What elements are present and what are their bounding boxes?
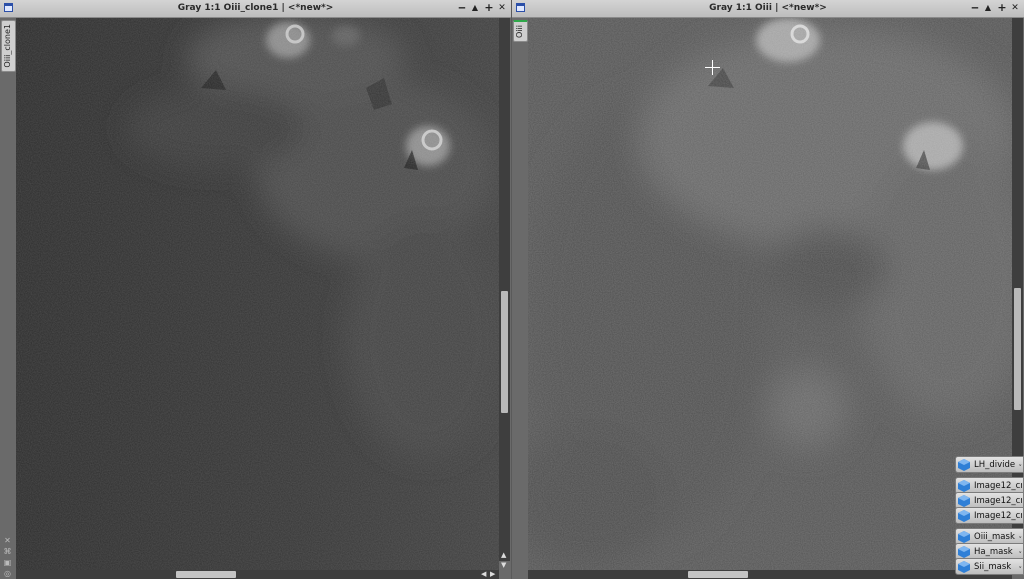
shade-icon[interactable]: ▲ [982, 1, 994, 15]
view-tab-label: Oiii_clone1 [3, 24, 12, 68]
window-title: Gray 1:1 Oiii | <*new*> [709, 3, 827, 13]
desktop-icon-label: Image12_cm0 [974, 481, 1022, 491]
image-cube-icon [958, 531, 970, 543]
identity-icon[interactable]: ◎ [3, 569, 12, 578]
scroll-left-icon[interactable]: ◀ [481, 570, 486, 578]
horizontal-scrollbar[interactable] [528, 570, 1012, 579]
desktop-icon-image12-cm2[interactable]: Image12_cm2 [955, 507, 1024, 524]
desktop-icon-label: LH_divide [974, 460, 1016, 470]
horizontal-scroll-thumb[interactable] [688, 571, 748, 578]
image-cube-icon [958, 510, 970, 522]
minimize-icon[interactable]: ‒ [456, 1, 468, 15]
scroll-down-icon[interactable]: ▼ [501, 561, 506, 569]
window-title: Gray 1:1 Oiii_clone1 | <*new*> [177, 3, 334, 13]
title-bar[interactable]: Gray 1:1 Oiii_clone1 | <*new*> ‒ ▲ + ✕ [0, 0, 511, 18]
image-cube-icon [958, 480, 970, 492]
nebula-image [528, 18, 1012, 570]
vertical-scrollbar[interactable] [499, 18, 510, 561]
view-tab-oiii-clone1[interactable]: Oiii_clone1 [1, 20, 16, 72]
shortcut-mark-icon: ˅ [1018, 464, 1023, 472]
image-canvas[interactable] [528, 18, 1012, 570]
maximize-icon[interactable]: + [483, 1, 495, 15]
maximize-icon[interactable]: + [996, 1, 1008, 15]
minimize-icon[interactable]: ‒ [969, 1, 981, 15]
horizontal-scrollbar[interactable] [16, 570, 499, 579]
image-window-right[interactable]: Gray 1:1 Oiii | <*new*> ‒ ▲ + ✕ Oiii [512, 0, 1024, 579]
view-tab-label: Oiii [515, 25, 524, 38]
desktop-icon-label: Oiii_mask [974, 532, 1015, 542]
vertical-scroll-thumb[interactable] [501, 291, 508, 413]
image-window-left[interactable]: Gray 1:1 Oiii_clone1 | <*new*> ‒ ▲ + ✕ O… [0, 0, 511, 579]
view-tab-oiii[interactable]: Oiii [513, 20, 528, 42]
close-icon[interactable]: ✕ [496, 1, 508, 15]
shortcut-mark-icon: ˅ [1018, 566, 1023, 574]
vertical-scroll-thumb[interactable] [1014, 288, 1021, 410]
desktop-icon-lh-divide[interactable]: LH_divide ˅ [955, 456, 1024, 473]
scroll-right-icon[interactable]: ▶ [490, 570, 495, 578]
title-bar[interactable]: Gray 1:1 Oiii | <*new*> ‒ ▲ + ✕ [512, 0, 1024, 18]
scroll-up-icon[interactable]: ▲ [501, 551, 506, 559]
desktop-icon-sii-mask[interactable]: Sii_mask ˅ [955, 558, 1024, 575]
image-cube-icon [958, 561, 970, 573]
desktop-icon-label: Image12_cm1 [974, 496, 1022, 506]
image-canvas[interactable] [16, 18, 499, 570]
pin-icon[interactable]: ✕ [3, 536, 12, 545]
desktop-icon-label: Ha_mask [974, 547, 1013, 557]
desktop-icon-label: Sii_mask [974, 562, 1012, 572]
nebula-image [16, 18, 499, 570]
desktop-icon-label: Image12_cm2 [974, 511, 1022, 521]
cursor-crosshair [705, 60, 720, 75]
horizontal-scroll-thumb[interactable] [176, 571, 236, 578]
image-cube-icon [958, 495, 970, 507]
keyword-icon[interactable]: ⌘ [3, 547, 12, 556]
window-icon[interactable]: ▣ [3, 558, 12, 567]
shade-icon[interactable]: ▲ [469, 1, 481, 15]
close-icon[interactable]: ✕ [1009, 1, 1021, 15]
image-cube-icon [958, 459, 970, 471]
image-cube-icon [958, 546, 970, 558]
